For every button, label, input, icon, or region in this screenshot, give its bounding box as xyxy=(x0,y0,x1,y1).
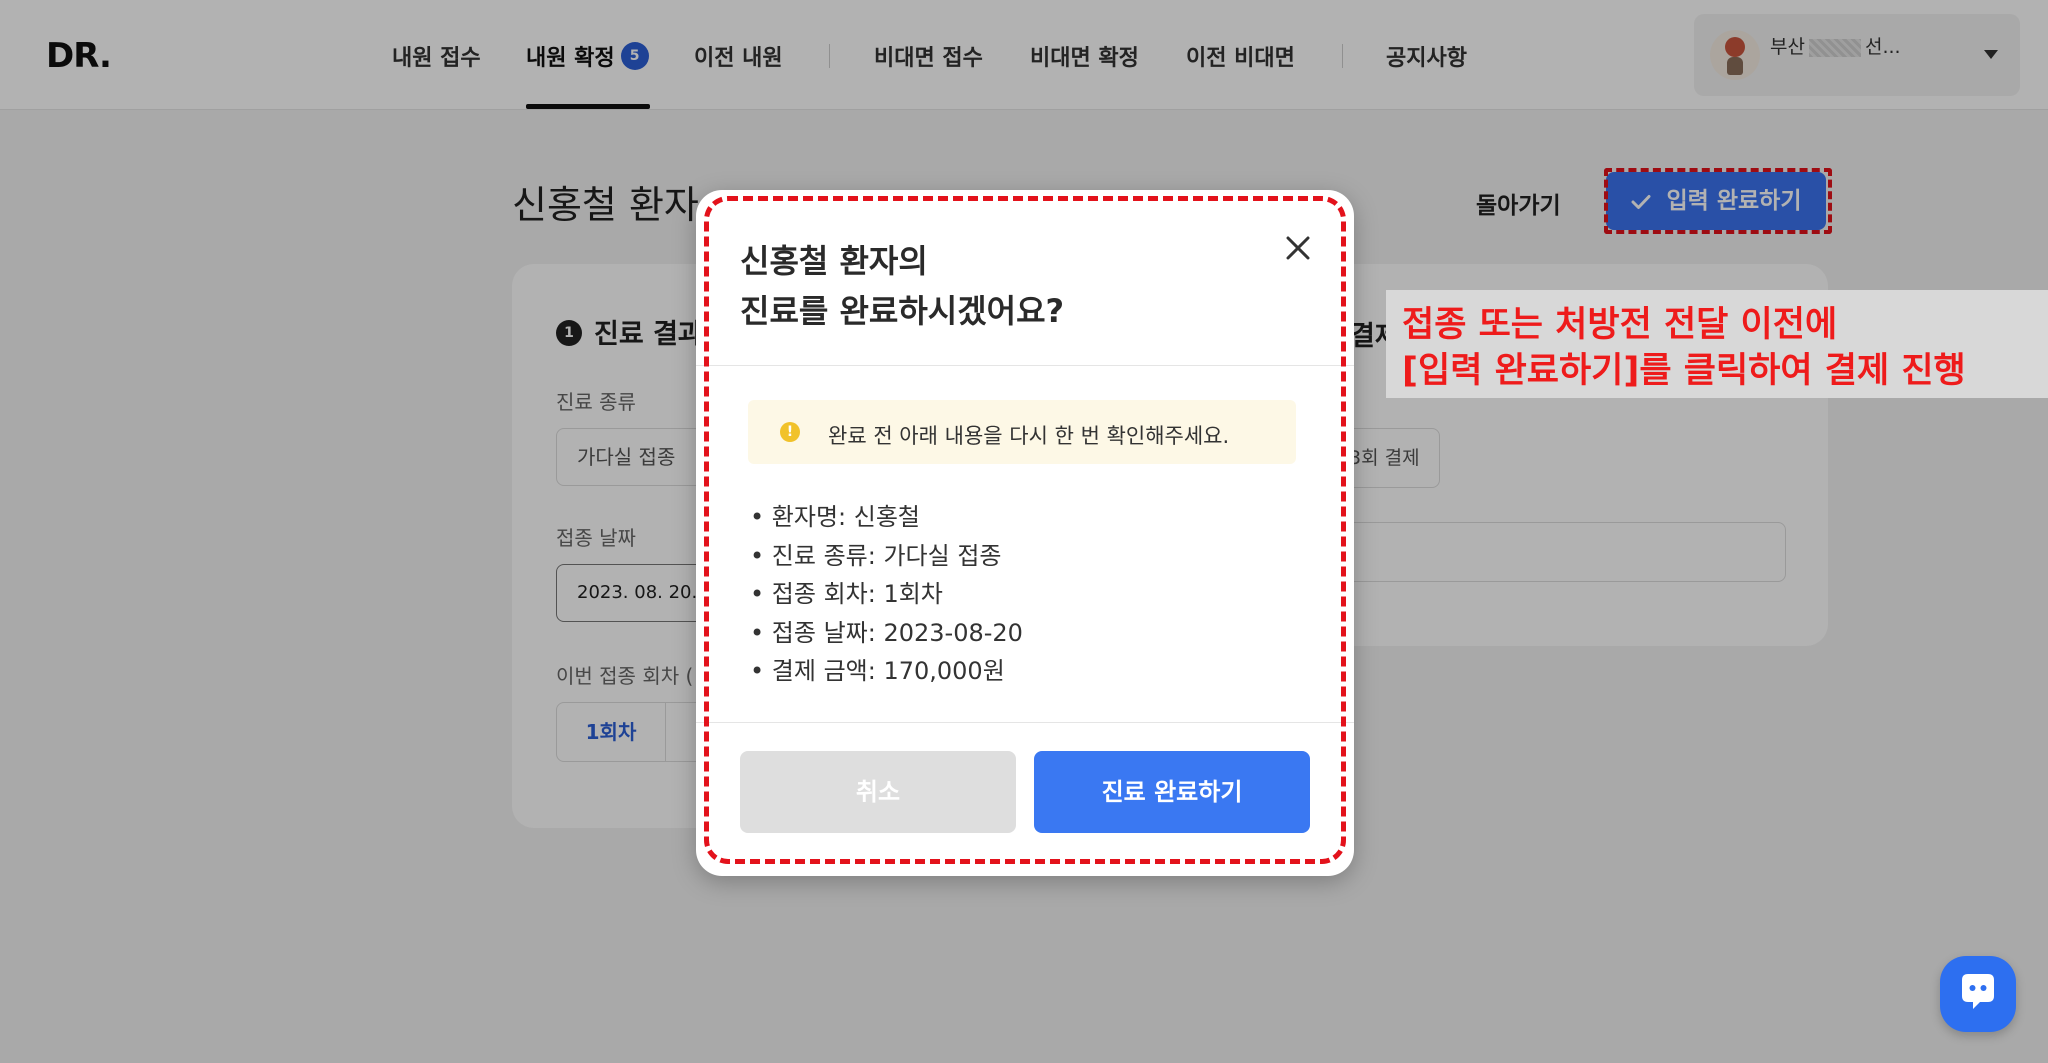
dialog-divider xyxy=(696,722,1354,723)
summary-item: 결제 금액: 170,000원 xyxy=(750,652,1023,691)
instruction-annotation: 접종 또는 처방전 전달 이전에 [입력 완료하기]를 클릭하여 결제 진행 xyxy=(1386,290,2048,398)
close-icon[interactable] xyxy=(1280,230,1316,266)
notice-text: 완료 전 아래 내용을 다시 한 번 확인해주세요. xyxy=(828,424,1230,448)
warning-icon: ! xyxy=(780,422,800,442)
chat-support-button[interactable] xyxy=(1940,956,2016,1032)
summary-item: 접종 날짜: 2023-08-20 xyxy=(750,614,1023,653)
dialog-title-line-1: 신홍철 환자의 xyxy=(740,242,928,280)
summary-item: 환자명: 신홍철 xyxy=(750,498,1023,537)
confirm-complete-button[interactable]: 진료 완료하기 xyxy=(1034,751,1310,833)
dialog-title-line-2: 진료를 완료하시겠어요? xyxy=(740,292,1065,330)
annotation-line-2: [입력 완료하기]를 클릭하여 결제 진행 xyxy=(1402,351,1966,391)
summary-item: 접종 회차: 1회차 xyxy=(750,575,1023,614)
summary-item: 진료 종류: 가다실 접종 xyxy=(750,537,1023,576)
dialog-divider xyxy=(696,365,1354,366)
complete-treatment-dialog: 신홍철 환자의 진료를 완료하시겠어요? ! 완료 전 아래 내용을 다시 한 … xyxy=(696,190,1354,876)
annotation-line-1: 접종 또는 처방전 전달 이전에 xyxy=(1402,305,1838,345)
confirmation-notice: ! 완료 전 아래 내용을 다시 한 번 확인해주세요. xyxy=(748,400,1296,464)
cancel-button[interactable]: 취소 xyxy=(740,751,1016,833)
treatment-summary-list: 환자명: 신홍철 진료 종류: 가다실 접종 접종 회차: 1회차 접종 날짜:… xyxy=(750,498,1023,691)
chat-bubble-icon xyxy=(1962,974,1994,1009)
